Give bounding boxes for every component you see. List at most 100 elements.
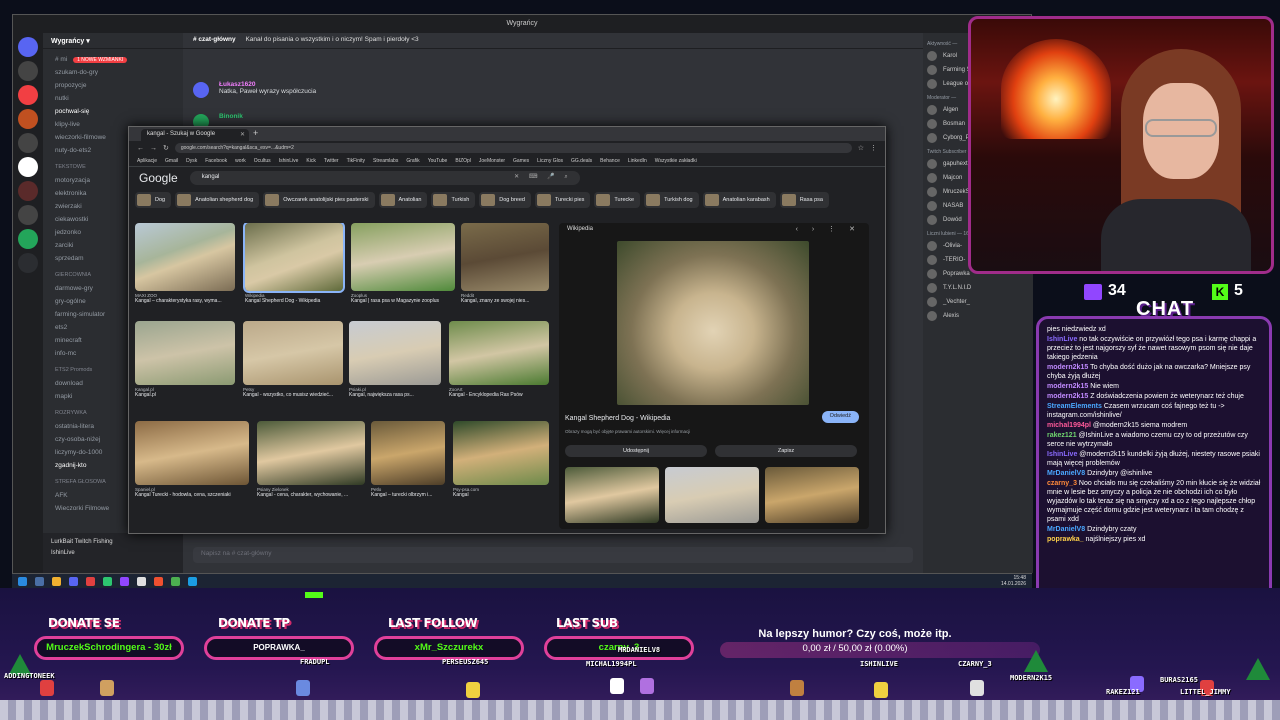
bookmark-item[interactable]: Streamlabs: [373, 158, 398, 164]
result-thumbnail[interactable]: [449, 321, 549, 385]
result-thumbnail[interactable]: [243, 223, 345, 293]
image-result[interactable]: Reddit Kangal, znany ze swojej nies...: [461, 223, 549, 304]
result-thumbnail[interactable]: [371, 421, 445, 485]
image-result[interactable]: Psiany Zielonek Kangal - cena, charakter,…: [257, 421, 365, 498]
result-thumbnail[interactable]: [135, 421, 249, 485]
result-caption[interactable]: Kangal Turecki - hodowla, cena, szczenia…: [135, 492, 249, 498]
bookmark-item[interactable]: Aplikacje: [137, 158, 157, 164]
related-image[interactable]: [765, 467, 859, 523]
discord-icon[interactable]: [69, 576, 78, 586]
guild-name[interactable]: Wygrańcy ▾: [43, 33, 183, 49]
result-thumbnail[interactable]: [243, 321, 343, 385]
preview-controls[interactable]: ‹ › ⋮ ✕: [796, 225, 861, 233]
channel-item[interactable]: pochwal-się: [43, 105, 183, 118]
refinement-chip[interactable]: Owczarek anatolijski pies pasterski: [263, 192, 375, 208]
result-thumbnail[interactable]: [135, 223, 235, 291]
preview-source[interactable]: Wikipedia: [567, 226, 593, 232]
refinement-chip[interactable]: Dog breed: [479, 192, 531, 208]
bookmark-item[interactable]: Liczny Glos: [537, 158, 563, 164]
image-result[interactable]: MAXI ZOO Kangal – charakterystyka rasy, w…: [135, 223, 235, 304]
bookmark-item[interactable]: TikFinity: [347, 158, 365, 164]
app-icon[interactable]: [137, 576, 146, 586]
result-caption[interactable]: Kangal | rasa psa w Magazynie zooplus: [351, 298, 455, 304]
result-thumbnail[interactable]: [349, 321, 441, 385]
save-button[interactable]: Zapisz: [715, 445, 857, 457]
bookmark-star-icon[interactable]: ☆: [858, 144, 864, 152]
refinement-chip[interactable]: Turkish dog: [644, 192, 699, 208]
server-icon[interactable]: [18, 61, 38, 81]
server-icon[interactable]: [18, 181, 38, 201]
forward-icon[interactable]: →: [150, 145, 157, 152]
preview-image[interactable]: [617, 241, 809, 405]
result-thumbnail[interactable]: [453, 421, 549, 485]
steam-icon[interactable]: [188, 576, 197, 586]
bookmark-item[interactable]: LinkedIn: [628, 158, 647, 164]
chrome-icon[interactable]: [171, 576, 180, 586]
bookmark-item[interactable]: IshinLive: [279, 158, 299, 164]
back-icon[interactable]: ←: [137, 145, 144, 152]
result-caption[interactable]: Kangal - Encyklopedia Ras Psów: [449, 392, 549, 398]
taskbar-clock[interactable]: 15:48 14.01.2026: [1001, 575, 1026, 587]
refinement-chip[interactable]: Turecke: [594, 192, 641, 208]
refinement-chip[interactable]: Turkish: [431, 192, 476, 208]
refinement-chip[interactable]: Anatolian karabash: [702, 192, 776, 208]
add-server-icon[interactable]: [18, 229, 38, 249]
bookmark-item[interactable]: Twitter: [324, 158, 339, 164]
server-icon[interactable]: [18, 205, 38, 225]
refinement-chip[interactable]: Anatolian: [378, 192, 428, 208]
google-logo[interactable]: Google: [139, 171, 178, 185]
result-caption[interactable]: Kangal, znany ze swojej nies...: [461, 298, 549, 304]
result-caption[interactable]: Kangal - wszystko, co musisz wiedzieć...: [243, 392, 343, 398]
result-caption[interactable]: Kangal – turecki olbrzym i...: [371, 492, 445, 498]
image-result[interactable]: Kangal.pl Kangal.pl: [135, 321, 235, 398]
bookmark-item[interactable]: YouTube: [428, 158, 448, 164]
close-tab-icon[interactable]: ✕: [240, 131, 245, 138]
reload-icon[interactable]: ↻: [163, 144, 169, 152]
app-icon[interactable]: [103, 576, 112, 586]
member-item[interactable]: Alexis: [927, 309, 1029, 323]
bookmark-item[interactable]: JoeMonster: [479, 158, 505, 164]
result-caption[interactable]: Kangal.pl: [135, 392, 235, 398]
message-input[interactable]: Napisz na # czat-główny: [193, 547, 913, 563]
bookmark-item[interactable]: Dysk: [186, 158, 197, 164]
url-input[interactable]: google.com/search?q=kangal&sca_esv=...&u…: [174, 143, 852, 153]
bookmark-item[interactable]: GG.deals: [571, 158, 592, 164]
bookmark-item[interactable]: Wszystkie zakładki: [655, 158, 697, 164]
app-icon[interactable]: [154, 576, 163, 586]
image-result[interactable]: Spaniel.pl Kangal Turecki - hodowla, cena…: [135, 421, 249, 498]
visit-button[interactable]: Odwiedź: [821, 411, 859, 423]
image-result[interactable]: Zooplus Kangal | rasa psa w Magazynie zoo…: [351, 223, 455, 304]
image-result[interactable]: Petlo Kangal – turecki olbrzym i...: [371, 421, 445, 498]
result-caption[interactable]: Kangal: [453, 492, 549, 498]
channel-item[interactable]: nutki: [43, 92, 183, 105]
image-result[interactable]: Wikipedia Kangal Shepherd Dog - Wikipedia: [243, 223, 345, 304]
server-icon[interactable]: [18, 109, 38, 129]
preview-title[interactable]: Kangal Shepherd Dog - Wikipedia: [565, 415, 670, 422]
channel-item[interactable]: # mi 1 NOWE WZMIANKI: [43, 53, 183, 66]
file-explorer-icon[interactable]: [52, 576, 61, 586]
result-thumbnail[interactable]: [135, 321, 235, 385]
image-result[interactable]: Petsy Kangal - wszystko, co musisz wiedzi…: [243, 321, 343, 398]
result-thumbnail[interactable]: [461, 223, 549, 291]
message-author[interactable]: Łukasz1620: [219, 81, 913, 88]
share-button[interactable]: Udostępnij: [565, 445, 707, 457]
new-tab-icon[interactable]: +: [253, 128, 258, 138]
browser-tab[interactable]: kangal - Szukaj w Google ✕: [141, 129, 249, 141]
bookmark-item[interactable]: BIZOpl: [455, 158, 471, 164]
refinement-chip[interactable]: Dog: [135, 192, 172, 208]
result-thumbnail[interactable]: [257, 421, 365, 485]
bookmark-item[interactable]: Gmail: [165, 158, 178, 164]
channel-item[interactable]: propozycje: [43, 79, 183, 92]
bookmark-item[interactable]: Ocultus: [254, 158, 271, 164]
user-name[interactable]: IshinLive: [51, 548, 175, 559]
server-icon[interactable]: [18, 157, 38, 177]
related-image[interactable]: [565, 467, 659, 523]
refinement-chip[interactable]: Anatolian shepherd dog: [175, 192, 260, 208]
result-caption[interactable]: Kangal, największa rasa ps...: [349, 392, 441, 398]
refinement-chip[interactable]: Turecki pies: [534, 192, 591, 208]
result-caption[interactable]: Kangal Shepherd Dog - Wikipedia: [245, 298, 343, 304]
bookmark-item[interactable]: Grafik: [406, 158, 419, 164]
member-item[interactable]: _Vechter_: [927, 295, 1029, 309]
result-caption[interactable]: Kangal - cena, charakter, wychowanie, ..…: [257, 492, 365, 498]
refinement-chip[interactable]: Rasa psa: [779, 192, 829, 208]
